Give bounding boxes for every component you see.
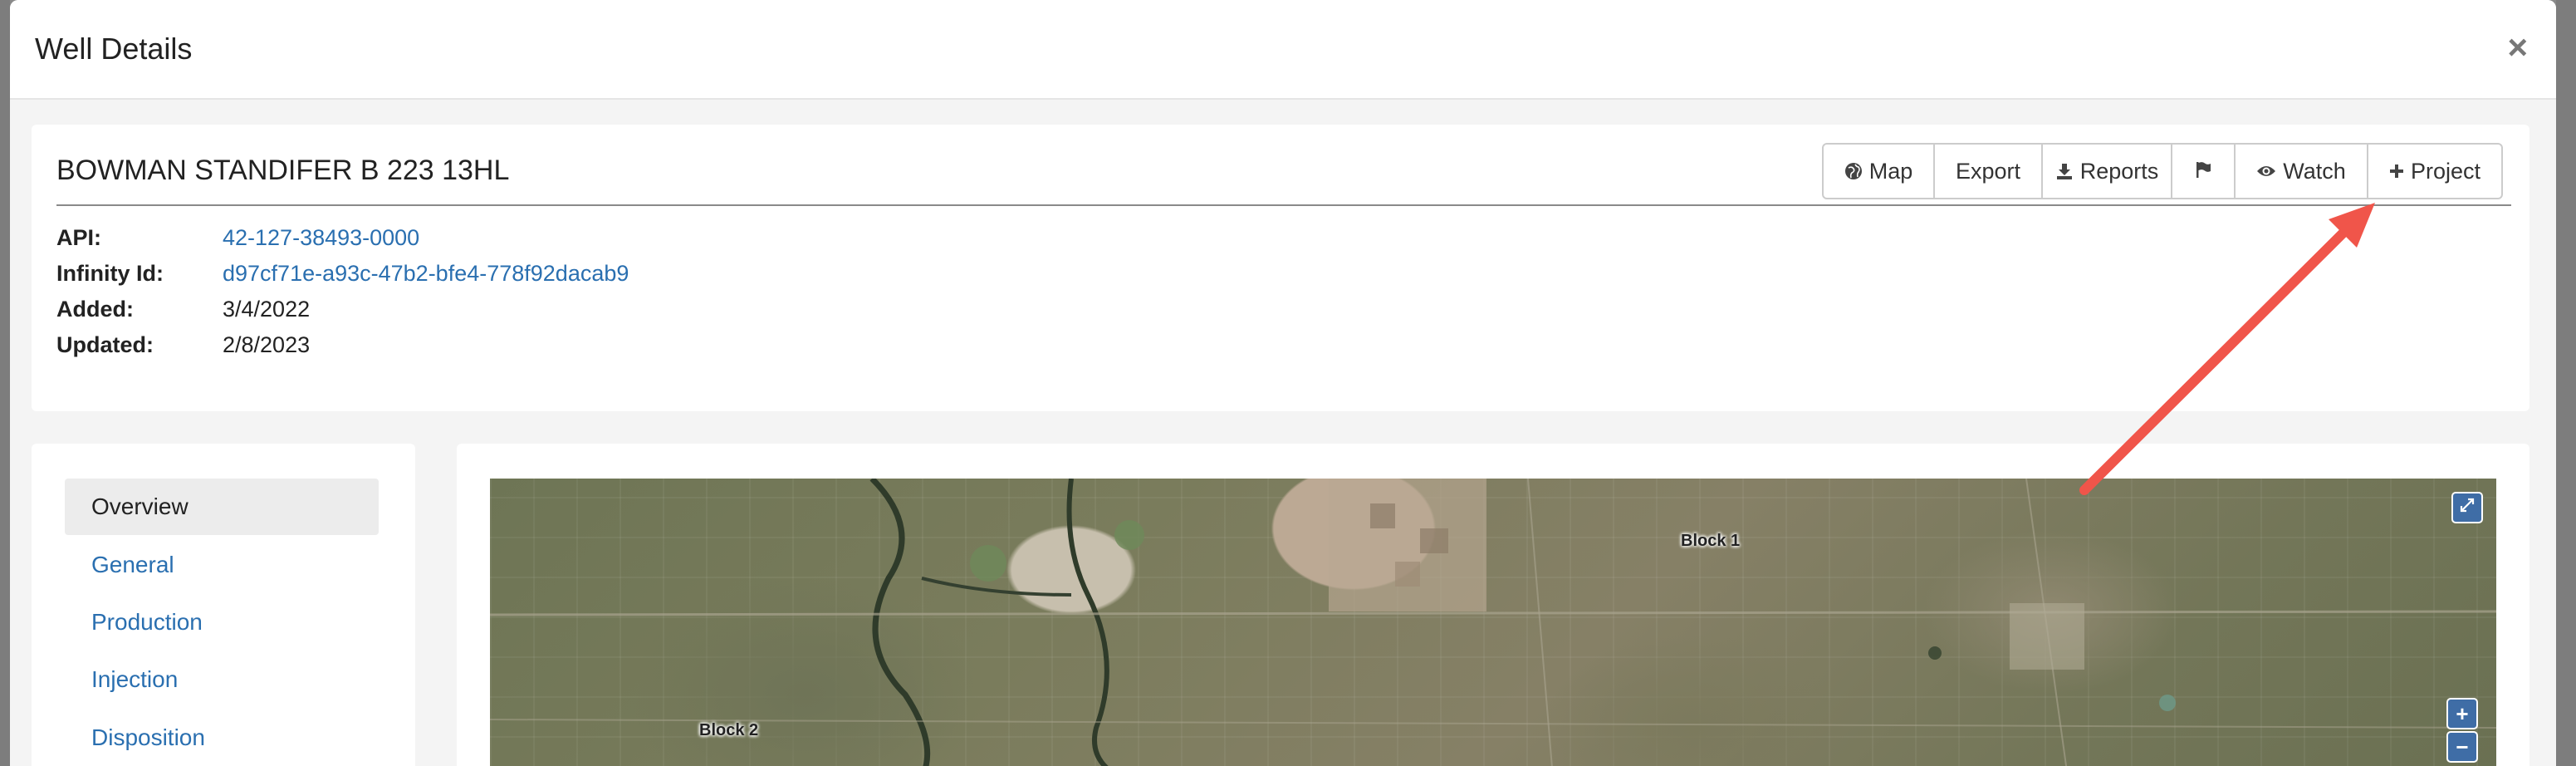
modal-backdrop-right xyxy=(2556,0,2576,766)
added-value: 3/4/2022 xyxy=(223,297,311,322)
map-label-block-2: Block 2 xyxy=(699,721,759,739)
title-divider xyxy=(56,204,2511,206)
flag-icon xyxy=(2194,159,2212,184)
sidebar-nav: Overview General Production Injection Di… xyxy=(32,444,415,766)
well-summary-card: BOWMAN STANDIFER B 223 13HL Map Export R… xyxy=(32,125,2529,411)
close-button[interactable]: × xyxy=(2507,30,2528,65)
export-button-label: Export xyxy=(1955,158,2021,184)
flag-button[interactable] xyxy=(2172,145,2236,198)
map-panel: Block 1 Block 2 + − xyxy=(457,444,2529,766)
sidebar-item-production[interactable]: Production xyxy=(65,594,379,651)
zoom-in-button[interactable]: + xyxy=(2446,698,2478,729)
api-label: API: xyxy=(56,225,101,250)
modal-title: Well Details xyxy=(35,32,193,66)
globe-icon xyxy=(1844,162,1863,180)
plus-icon xyxy=(2389,164,2404,179)
watch-button-label: Watch xyxy=(2283,158,2346,184)
infinity-id-value-link[interactable]: d97cf71e-a93c-47b2-bfe4-778f92dacab9 xyxy=(223,261,629,287)
modal-backdrop-left xyxy=(0,0,10,766)
infinity-id-row: Infinity Id: d97cf71e-a93c-47b2-bfe4-778… xyxy=(56,256,629,292)
well-name: BOWMAN STANDIFER B 223 13HL xyxy=(56,155,510,186)
export-button[interactable]: Export xyxy=(1935,145,2043,198)
updated-label: Updated: xyxy=(56,332,154,357)
watch-button[interactable]: Watch xyxy=(2236,145,2368,198)
well-info-table: API: 42-127-38493-0000 Infinity Id: d97c… xyxy=(56,220,629,363)
updated-row: Updated: 2/8/2023 xyxy=(56,327,629,363)
added-label: Added: xyxy=(56,297,134,322)
map-button-label: Map xyxy=(1868,158,1913,184)
modal-header: Well Details × xyxy=(10,0,2556,100)
infinity-id-label: Infinity Id: xyxy=(56,261,164,286)
download-icon xyxy=(2055,162,2074,180)
well-toolbar: Map Export Reports Watch Project xyxy=(1822,143,2503,199)
reports-button-label: Reports xyxy=(2079,158,2159,184)
project-button[interactable]: Project xyxy=(2368,145,2501,198)
sidebar-item-overview[interactable]: Overview xyxy=(65,479,379,535)
well-details-modal: Well Details × BOWMAN STANDIFER B 223 13… xyxy=(10,0,2556,766)
fullscreen-button[interactable] xyxy=(2451,492,2483,523)
map-terrain xyxy=(490,479,2496,766)
zoom-out-button[interactable]: − xyxy=(2446,731,2478,763)
project-button-label: Project xyxy=(2410,158,2481,184)
added-row: Added: 3/4/2022 xyxy=(56,292,629,327)
reports-button[interactable]: Reports xyxy=(2043,145,2172,198)
sidebar-item-injection[interactable]: Injection xyxy=(65,651,379,708)
sidebar-item-disposition[interactable]: Disposition xyxy=(65,710,379,766)
sidebar-item-general[interactable]: General xyxy=(65,537,379,593)
expand-icon xyxy=(2460,498,2475,518)
updated-value: 2/8/2023 xyxy=(223,332,311,357)
api-value-link[interactable]: 42-127-38493-0000 xyxy=(223,225,419,251)
map-label-block-1: Block 1 xyxy=(1681,532,1741,550)
eye-icon xyxy=(2256,164,2276,179)
satellite-map[interactable]: Block 1 Block 2 + − xyxy=(490,479,2496,766)
map-button[interactable]: Map xyxy=(1824,145,1935,198)
api-row: API: 42-127-38493-0000 xyxy=(56,220,629,256)
